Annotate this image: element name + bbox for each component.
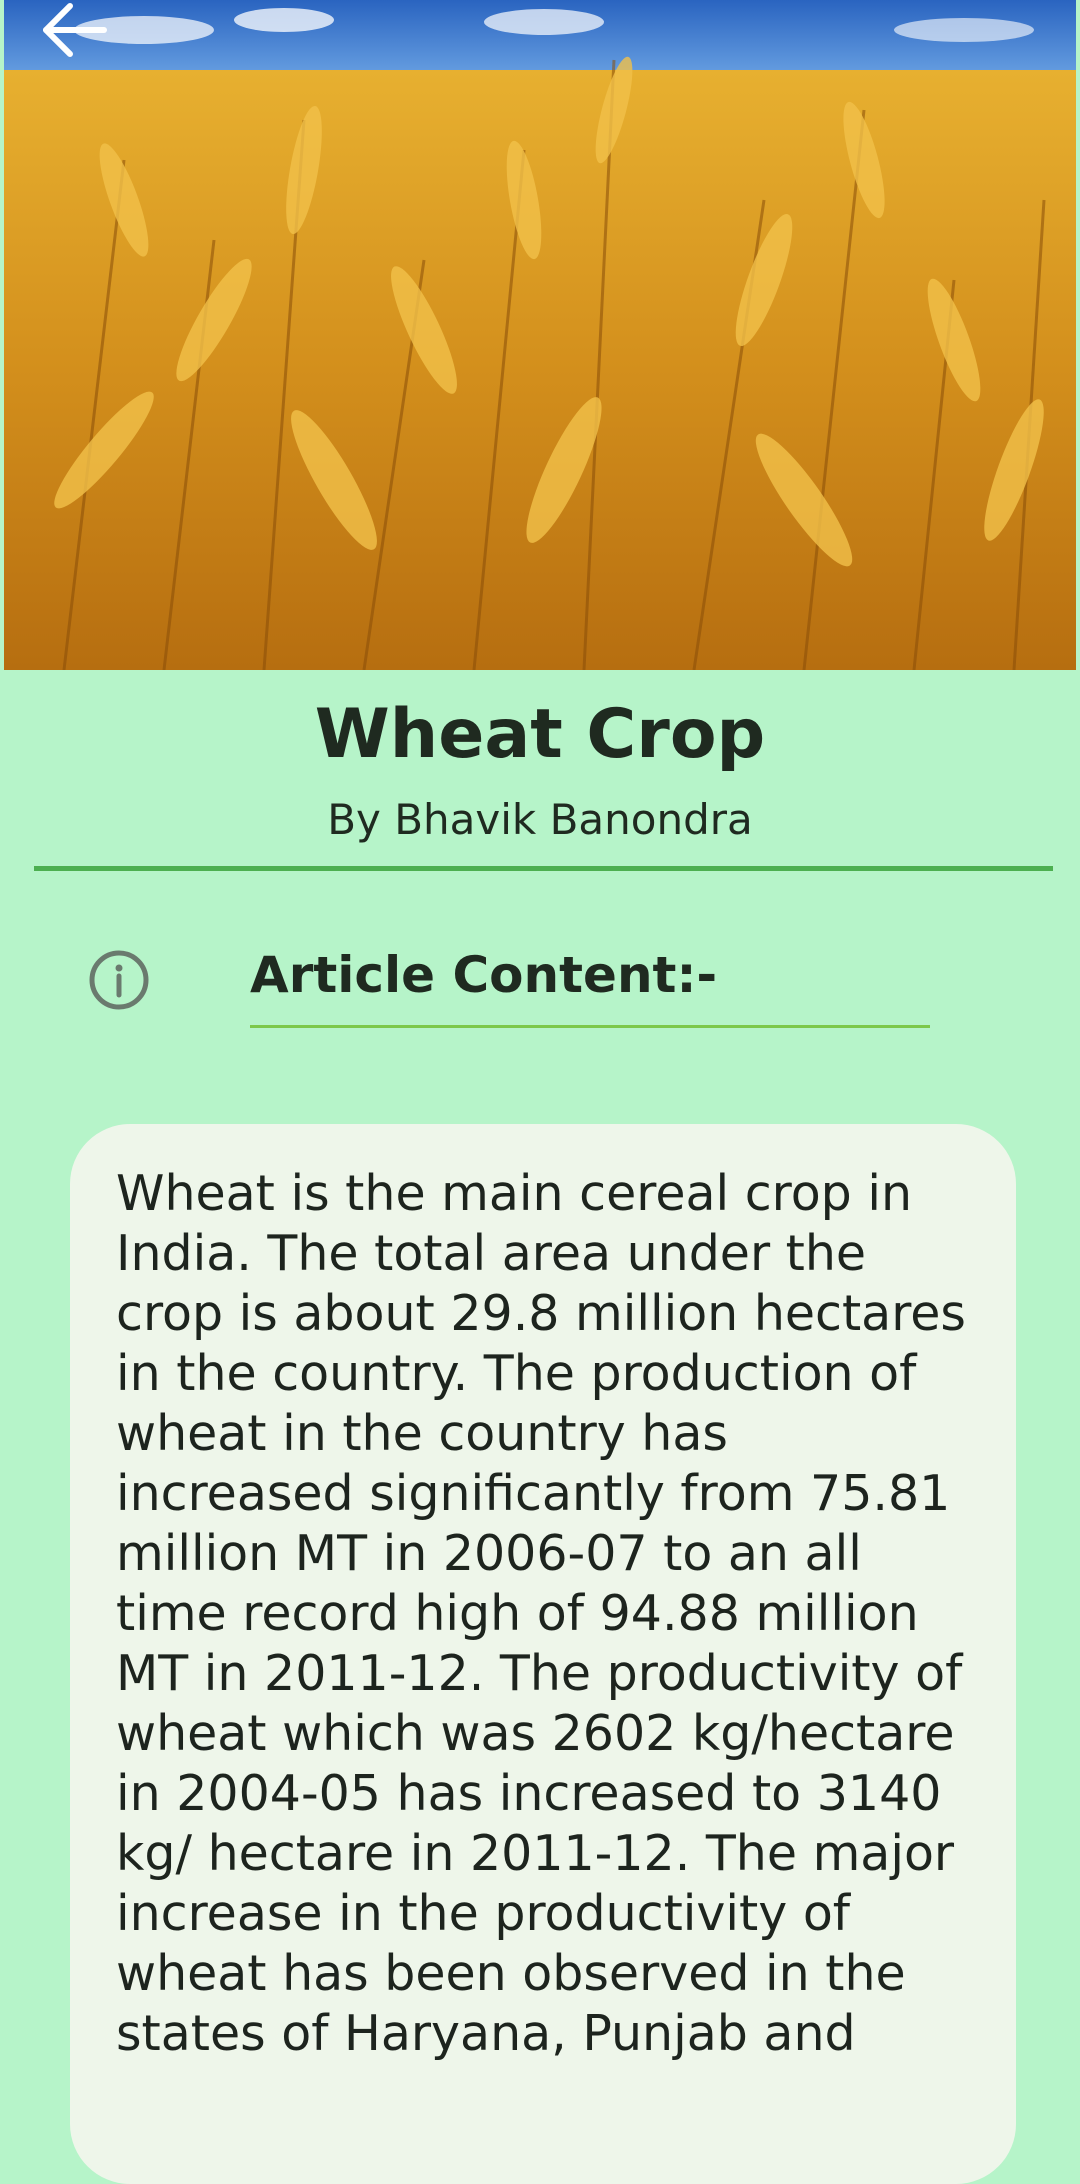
wheat-field-illustration <box>4 0 1076 670</box>
article-content-card: Wheat is the main cereal crop in India. … <box>70 1124 1016 2184</box>
header-divider <box>34 866 1053 871</box>
hero-image <box>4 0 1076 670</box>
article-title: Wheat Crop <box>314 695 766 774</box>
article-body: Wheat is the main cereal crop in India. … <box>116 1165 966 2062</box>
arrow-left-icon <box>43 3 107 57</box>
article-author: By Bhavik Banondra <box>327 795 753 844</box>
section-divider <box>250 1025 930 1028</box>
section-label: Article Content:- <box>250 946 718 1004</box>
back-button[interactable] <box>36 0 116 64</box>
info-icon <box>88 949 150 1011</box>
